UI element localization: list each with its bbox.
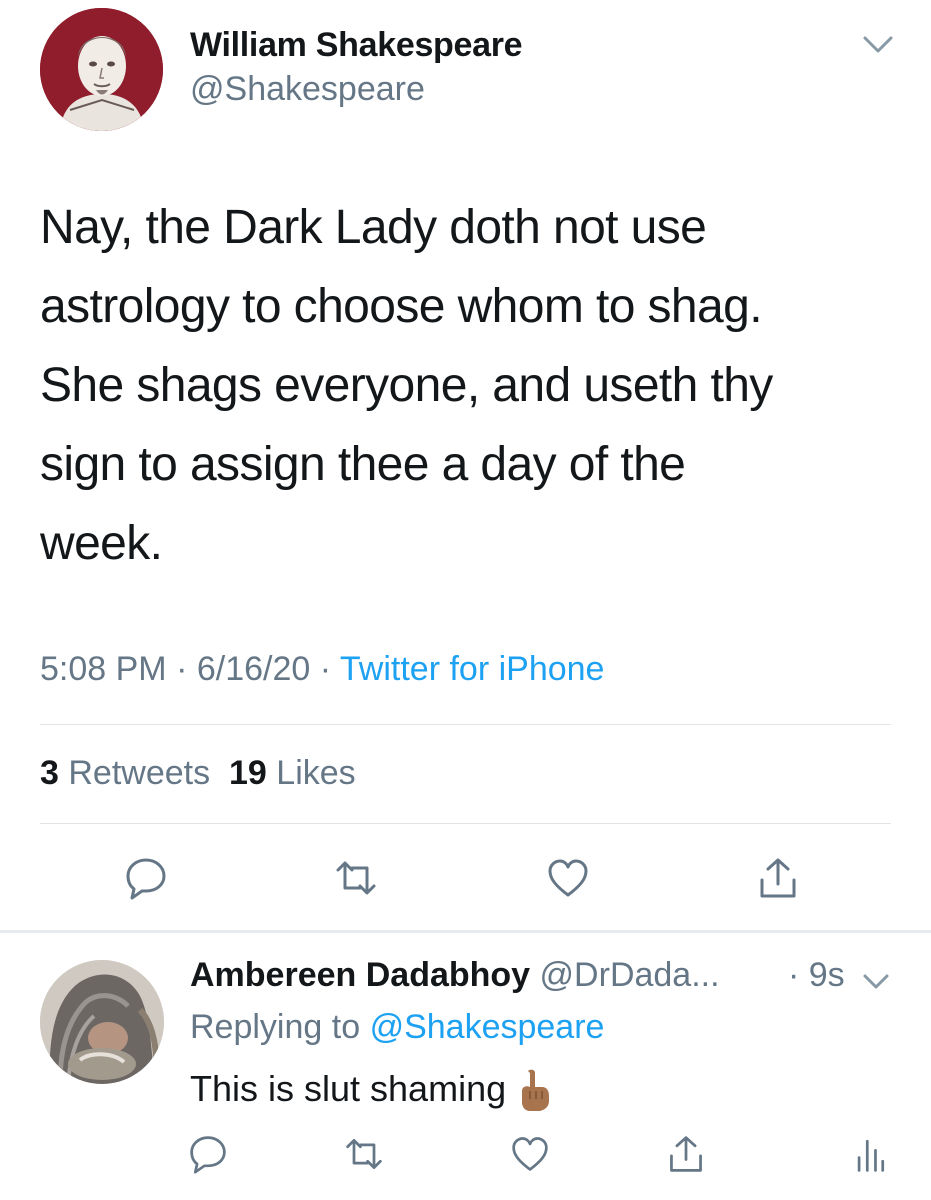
tweet-meta: 5:08 PM · 6/16/20 · Twitter for iPhone [40,650,604,689]
replying-label: Replying to [190,1008,361,1046]
retweets-count: 3 [40,754,59,792]
share-icon[interactable] [666,1134,706,1174]
shakespeare-portrait-icon: it write [40,8,163,131]
retweets-label: Retweets [68,754,211,792]
reply-author-handle[interactable]: @DrDada... [540,956,720,994]
meta-separator: · [166,650,197,688]
replying-to-mention[interactable]: @Shakespeare [370,1008,605,1046]
tweet-paragraph: She shags everyone, and useth thy sign t… [40,359,773,570]
reply-icon[interactable] [188,1134,228,1174]
reply-avatar-photo-icon [40,960,164,1084]
likes-label: Likes [276,754,356,792]
heart-icon[interactable] [510,1134,550,1174]
author-name[interactable]: William Shakespeare [190,26,523,65]
meta-separator: · [310,650,340,688]
reply-timestamp: · 9s [788,956,845,994]
tweet-date: 6/16/20 [196,650,311,688]
retweets-stat[interactable]: 3 Retweets [40,754,210,792]
tweet-paragraph: Nay, the Dark Lady doth not use astrolog… [40,201,763,333]
tweet-detail-screen: it write William Shakespeare @Shakespear… [0,0,931,1200]
engagement-stats: 3 Retweets 19 Likes [40,754,356,793]
author-handle[interactable]: @Shakespeare [190,70,425,109]
chevron-down-icon[interactable] [862,34,894,56]
reply-icon[interactable] [124,856,168,900]
likes-stat[interactable]: 19 Likes [229,754,356,792]
heart-icon[interactable] [546,856,590,900]
section-divider [0,930,931,933]
reply-text: This is slut shaming [190,1068,550,1113]
likes-count: 19 [229,754,267,792]
retweet-icon[interactable] [334,856,378,900]
author-avatar[interactable]: it write [40,8,163,131]
chevron-down-icon[interactable] [862,972,890,992]
analytics-icon[interactable] [850,1134,890,1174]
pointing-down-emoji [522,1070,550,1112]
tweet-time: 5:08 PM [40,650,167,688]
share-icon[interactable] [756,856,800,900]
reply-text-content: This is slut shaming [190,1068,507,1109]
reply-header: Ambereen Dadabhoy @DrDada... [190,956,720,995]
reply-author-name[interactable]: Ambereen Dadabhoy [190,956,530,994]
tweet-text: Nay, the Dark Lady doth not use astrolog… [40,188,900,583]
replying-to: Replying to @Shakespeare [190,1008,604,1047]
tweet-source-link[interactable]: Twitter for iPhone [340,650,605,688]
divider [40,823,891,824]
avatar-caption: it write [56,121,82,131]
divider [40,724,891,725]
retweet-icon[interactable] [344,1134,384,1174]
reply-author-avatar[interactable] [40,960,164,1084]
